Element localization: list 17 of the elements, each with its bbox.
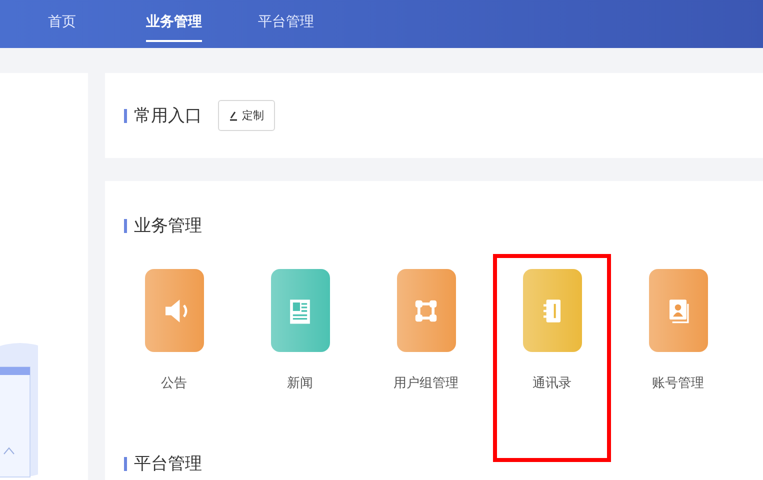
app-tile[interactable]: 用户组管理 [367,254,485,462]
app-label: 通讯录 [532,375,572,392]
section-title: 平台管理 [134,453,202,475]
app-tile[interactable]: 账号管理 [619,254,737,462]
section-title: 业务管理 [134,215,202,237]
app-label: 用户组管理 [394,375,458,392]
app-label: 账号管理 [652,375,704,392]
app-tile[interactable]: 新闻 [241,254,359,462]
app-label: 公告 [161,375,187,392]
nav-tab[interactable]: 首页 [48,0,76,48]
app-label: 新闻 [287,375,313,392]
nav-tab[interactable]: 平台管理 [258,0,314,48]
section-title: 常用入口 [134,105,202,127]
nav-tab[interactable]: 业务管理 [146,0,202,48]
customize-button[interactable]: 定制 [218,100,275,131]
pen-icon [229,110,238,120]
highlighted-app-tile[interactable]: 通讯录 [493,254,611,462]
